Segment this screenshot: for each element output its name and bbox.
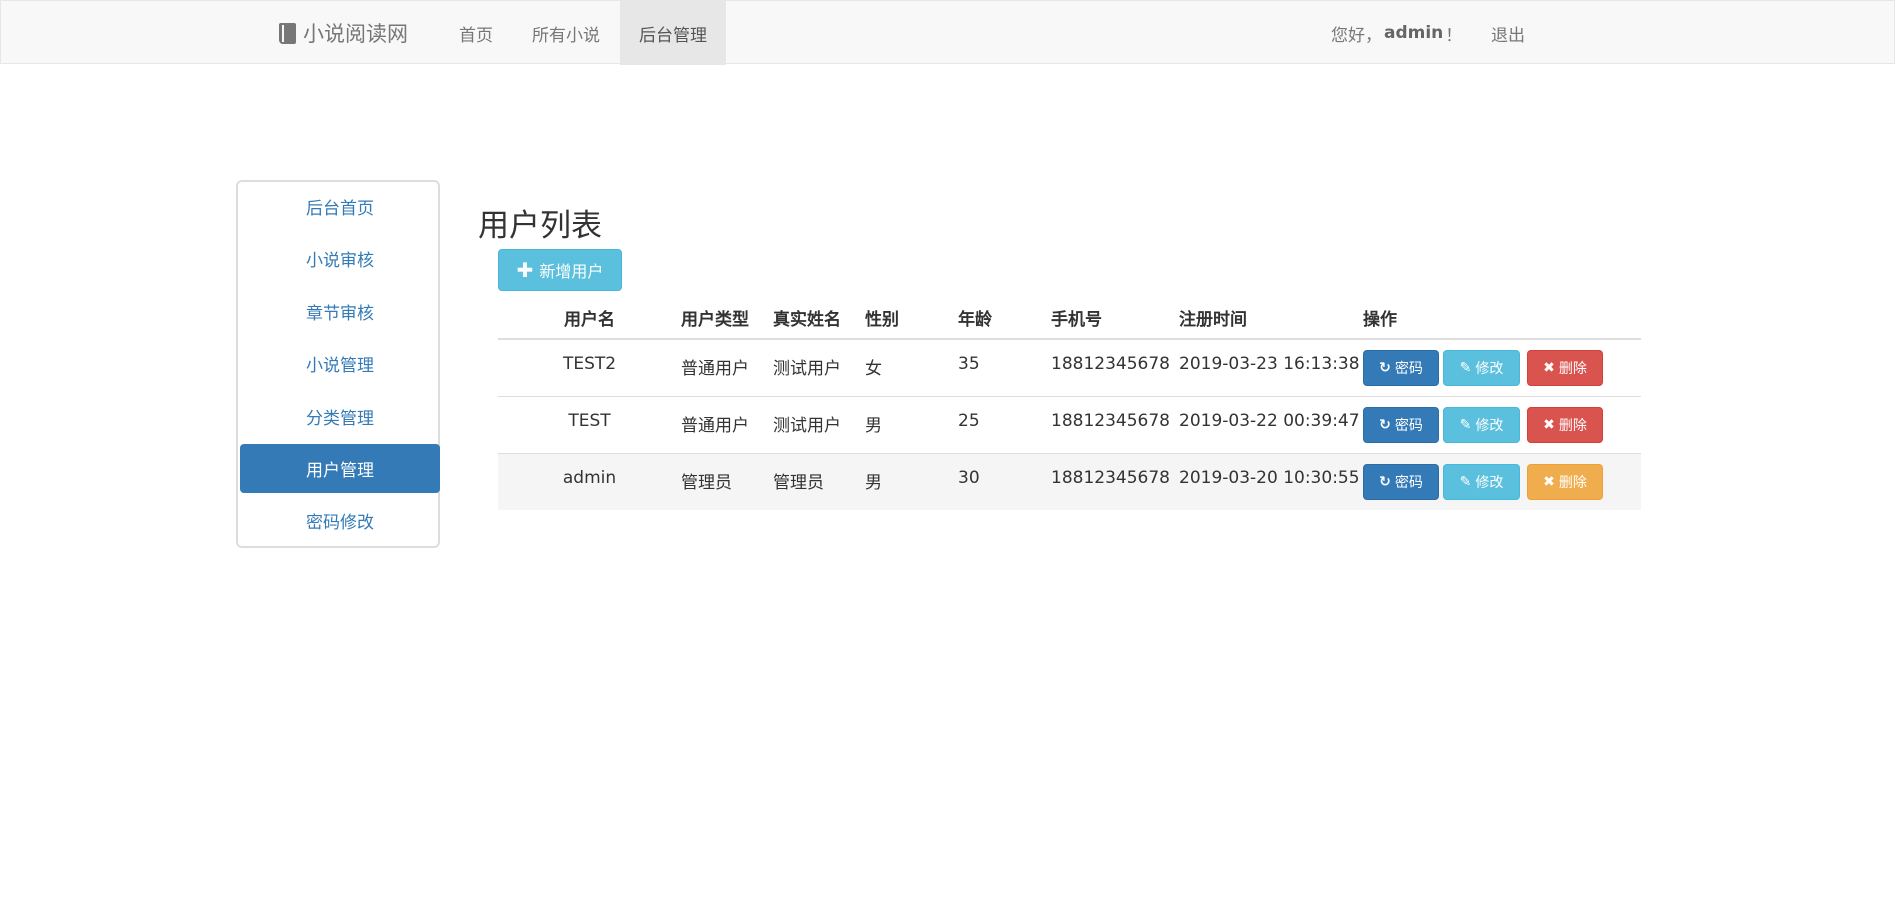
sidebar-item-category-management[interactable]: 分类管理 xyxy=(240,392,440,441)
edit-icon: ✎ xyxy=(1459,416,1472,433)
cell-phone: 18812345678 xyxy=(1051,395,1179,453)
header-age: 年龄 xyxy=(958,296,1051,340)
add-user-label: 新增用户 xyxy=(539,262,604,281)
cell-real-name: 测试用户 xyxy=(773,395,865,453)
edit-label: 修改 xyxy=(1475,361,1504,377)
cell-real-name: 测试用户 xyxy=(773,338,865,396)
header-real-name: 真实姓名 xyxy=(773,296,865,340)
sidebar-item-password-change[interactable]: 密码修改 xyxy=(240,496,440,545)
edit-button[interactable]: ✎ 修改 xyxy=(1443,406,1520,443)
cell-sex: 男 xyxy=(865,452,958,510)
refresh-icon: ↻ xyxy=(1379,416,1391,433)
delete-button[interactable]: ✖ 删除 xyxy=(1527,406,1603,443)
header-registered: 注册时间 xyxy=(1179,296,1363,340)
nav-home[interactable]: 首页 xyxy=(453,1,499,65)
edit-label: 修改 xyxy=(1475,474,1504,491)
current-username: admin xyxy=(1384,23,1444,43)
cell-age: 30 xyxy=(958,452,1051,510)
cell-phone: 18812345678 xyxy=(1051,338,1179,396)
book-icon xyxy=(279,22,296,44)
password-label: 密码 xyxy=(1394,417,1423,434)
nav-all-novels[interactable]: 所有小说 xyxy=(525,1,607,65)
delete-button[interactable]: ✖ 删除 xyxy=(1527,463,1603,500)
close-icon: ✖ xyxy=(1543,473,1555,490)
edit-icon: ✎ xyxy=(1459,473,1472,490)
cell-registered: 2019-03-20 10:30:55 xyxy=(1179,452,1363,510)
cell-real-name: 管理员 xyxy=(773,452,865,510)
header-phone: 手机号 xyxy=(1051,296,1179,340)
header-username: 用户名 xyxy=(498,296,681,340)
table-row: TEST 普通用户 测试用户 男 25 18812345678 2019-03-… xyxy=(498,395,1641,453)
cell-user-type: 普通用户 xyxy=(681,395,773,453)
cell-user-type: 普通用户 xyxy=(681,338,773,396)
sidebar-item-admin-home[interactable]: 后台首页 xyxy=(240,182,440,231)
brand-text: 小说阅读网 xyxy=(303,22,408,46)
cell-sex: 男 xyxy=(865,395,958,453)
greeting-suffix: ！ xyxy=(1445,25,1463,46)
close-icon: ✖ xyxy=(1543,360,1555,376)
password-button[interactable]: ↻ 密码 xyxy=(1363,406,1439,443)
password-button[interactable]: ↻ 密码 xyxy=(1363,350,1439,386)
brand-link[interactable]: 小说阅读网 xyxy=(279,1,408,65)
admin-sidebar: 后台首页 小说审核 章节审核 小说管理 分类管理 用户管理 密码修改 xyxy=(236,180,440,548)
cell-username: TEST2 xyxy=(498,338,681,396)
plus-icon: ✚ xyxy=(516,258,534,282)
sidebar-item-novel-management[interactable]: 小说管理 xyxy=(240,339,440,388)
header-actions: 操作 xyxy=(1363,296,1641,340)
logout-link[interactable]: 退出 xyxy=(1485,1,1531,65)
table-row: admin 管理员 管理员 男 30 18812345678 2019-03-2… xyxy=(498,452,1641,510)
sidebar-item-chapter-review[interactable]: 章节审核 xyxy=(240,287,440,336)
password-button[interactable]: ↻ 密码 xyxy=(1363,463,1439,500)
cell-registered: 2019-03-23 16:13:38 xyxy=(1179,338,1363,396)
top-navbar: 小说阅读网 首页 所有小说 后台管理 您好， admin ！ 退出 xyxy=(0,0,1895,65)
users-table: 用户名 用户类型 真实姓名 性别 年龄 手机号 注册时间 操作 TEST2 普通… xyxy=(498,296,1641,510)
delete-button[interactable]: ✖ 删除 xyxy=(1527,350,1603,386)
delete-label: 删除 xyxy=(1558,474,1587,491)
edit-label: 修改 xyxy=(1475,417,1504,434)
refresh-icon: ↻ xyxy=(1379,360,1391,376)
edit-icon: ✎ xyxy=(1459,360,1472,376)
delete-label: 删除 xyxy=(1558,417,1587,434)
header-sex: 性别 xyxy=(865,296,958,340)
edit-button[interactable]: ✎ 修改 xyxy=(1443,463,1520,500)
add-user-button[interactable]: ✚ 新增用户 xyxy=(498,249,622,291)
sidebar-item-user-management[interactable]: 用户管理 xyxy=(240,444,440,493)
cell-user-type: 管理员 xyxy=(681,452,773,510)
cell-username: TEST xyxy=(498,395,681,453)
user-greeting: 您好， admin ！ xyxy=(1331,1,1462,65)
cell-age: 25 xyxy=(958,395,1051,453)
cell-phone: 18812345678 xyxy=(1051,452,1179,510)
table-header-row: 用户名 用户类型 真实姓名 性别 年龄 手机号 注册时间 操作 xyxy=(498,296,1641,340)
cell-sex: 女 xyxy=(865,338,958,396)
greeting-prefix: 您好， xyxy=(1331,25,1382,46)
page-title: 用户列表 xyxy=(478,208,602,244)
password-label: 密码 xyxy=(1394,474,1423,491)
refresh-icon: ↻ xyxy=(1379,473,1391,490)
sidebar-item-novel-review[interactable]: 小说审核 xyxy=(240,234,440,283)
cell-actions: ↻ 密码 ✎ 修改 ✖ 删除 xyxy=(1363,395,1641,453)
delete-label: 删除 xyxy=(1558,361,1587,377)
close-icon: ✖ xyxy=(1543,416,1555,433)
password-label: 密码 xyxy=(1394,361,1423,377)
cell-registered: 2019-03-22 00:39:47 xyxy=(1179,395,1363,453)
table-row: TEST2 普通用户 测试用户 女 35 18812345678 2019-03… xyxy=(498,338,1641,396)
edit-button[interactable]: ✎ 修改 xyxy=(1443,350,1520,386)
nav-admin[interactable]: 后台管理 xyxy=(620,1,726,65)
cell-age: 35 xyxy=(958,338,1051,396)
cell-username: admin xyxy=(498,452,681,510)
cell-actions: ↻ 密码 ✎ 修改 ✖ 删除 xyxy=(1363,338,1641,396)
header-user-type: 用户类型 xyxy=(681,296,773,340)
cell-actions: ↻ 密码 ✎ 修改 ✖ 删除 xyxy=(1363,452,1641,510)
